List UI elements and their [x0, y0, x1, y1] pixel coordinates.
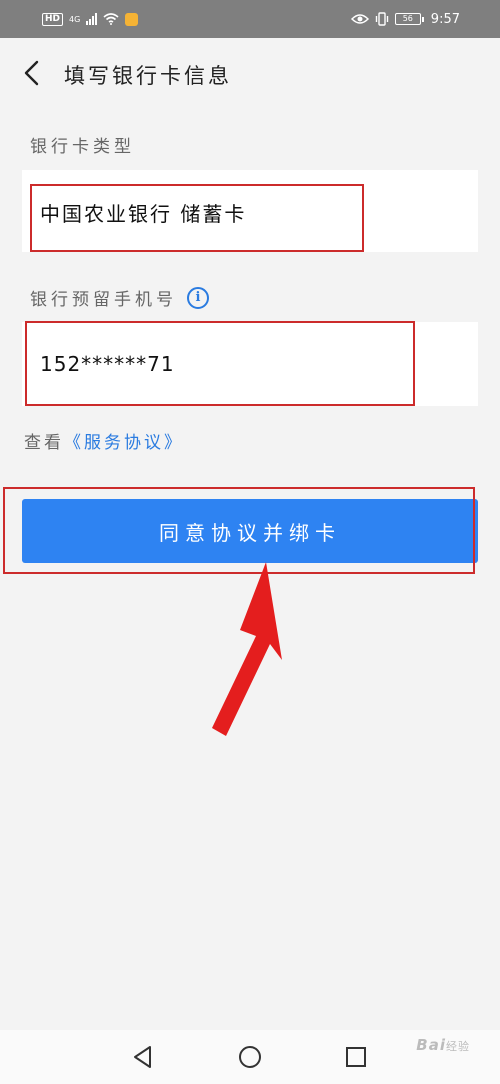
- header: 填写银行卡信息: [0, 38, 500, 108]
- vibrate-icon: [375, 12, 388, 26]
- phone-value: 152******71: [40, 352, 175, 376]
- nav-back-icon[interactable]: [130, 1044, 156, 1070]
- eye-comfort-icon: [350, 14, 369, 24]
- nav-recent-icon[interactable]: [343, 1044, 369, 1070]
- wifi-icon: [103, 13, 119, 25]
- signal-icon: [86, 13, 98, 25]
- agreement-row: 查看《服务协议》: [24, 428, 184, 453]
- red-arrow-annotation: [212, 562, 282, 736]
- chevron-left-icon[interactable]: [20, 59, 44, 87]
- status-left: HD 4G: [42, 12, 139, 26]
- page-title: 填写银行卡信息: [64, 64, 232, 88]
- status-bar: HD 4G 56 9:57: [0, 0, 500, 38]
- phone-field[interactable]: 152******71: [22, 322, 478, 406]
- status-right: 56 9:57: [350, 11, 460, 27]
- app-notification-icon: [125, 12, 139, 26]
- watermark-suffix: 经验: [446, 1040, 470, 1053]
- service-agreement-link[interactable]: 《服务协议》: [64, 433, 184, 453]
- agree-and-bind-button[interactable]: 同意协议并绑卡: [22, 499, 478, 563]
- status-time: 9:57: [430, 11, 460, 27]
- battery-icon: 56: [394, 13, 424, 25]
- baidu-watermark: Bai经验: [416, 1036, 470, 1054]
- hd-badge: HD: [42, 12, 64, 26]
- phone-label-row: 银行预留手机号 i: [30, 285, 209, 310]
- nav-bar: Bai经验: [0, 1030, 500, 1084]
- agreement-prefix: 查看: [24, 433, 64, 453]
- info-icon[interactable]: i: [187, 286, 209, 309]
- nav-home-icon[interactable]: [237, 1044, 263, 1070]
- watermark-text: Bai: [416, 1036, 446, 1054]
- card-type-field[interactable]: 中国农业银行 储蓄卡: [22, 170, 478, 252]
- network-type: 4G: [69, 14, 81, 24]
- card-type-label: 银行卡类型: [30, 137, 135, 157]
- phone-label: 银行预留手机号: [30, 290, 177, 310]
- card-type-value: 中国农业银行 储蓄卡: [40, 202, 247, 226]
